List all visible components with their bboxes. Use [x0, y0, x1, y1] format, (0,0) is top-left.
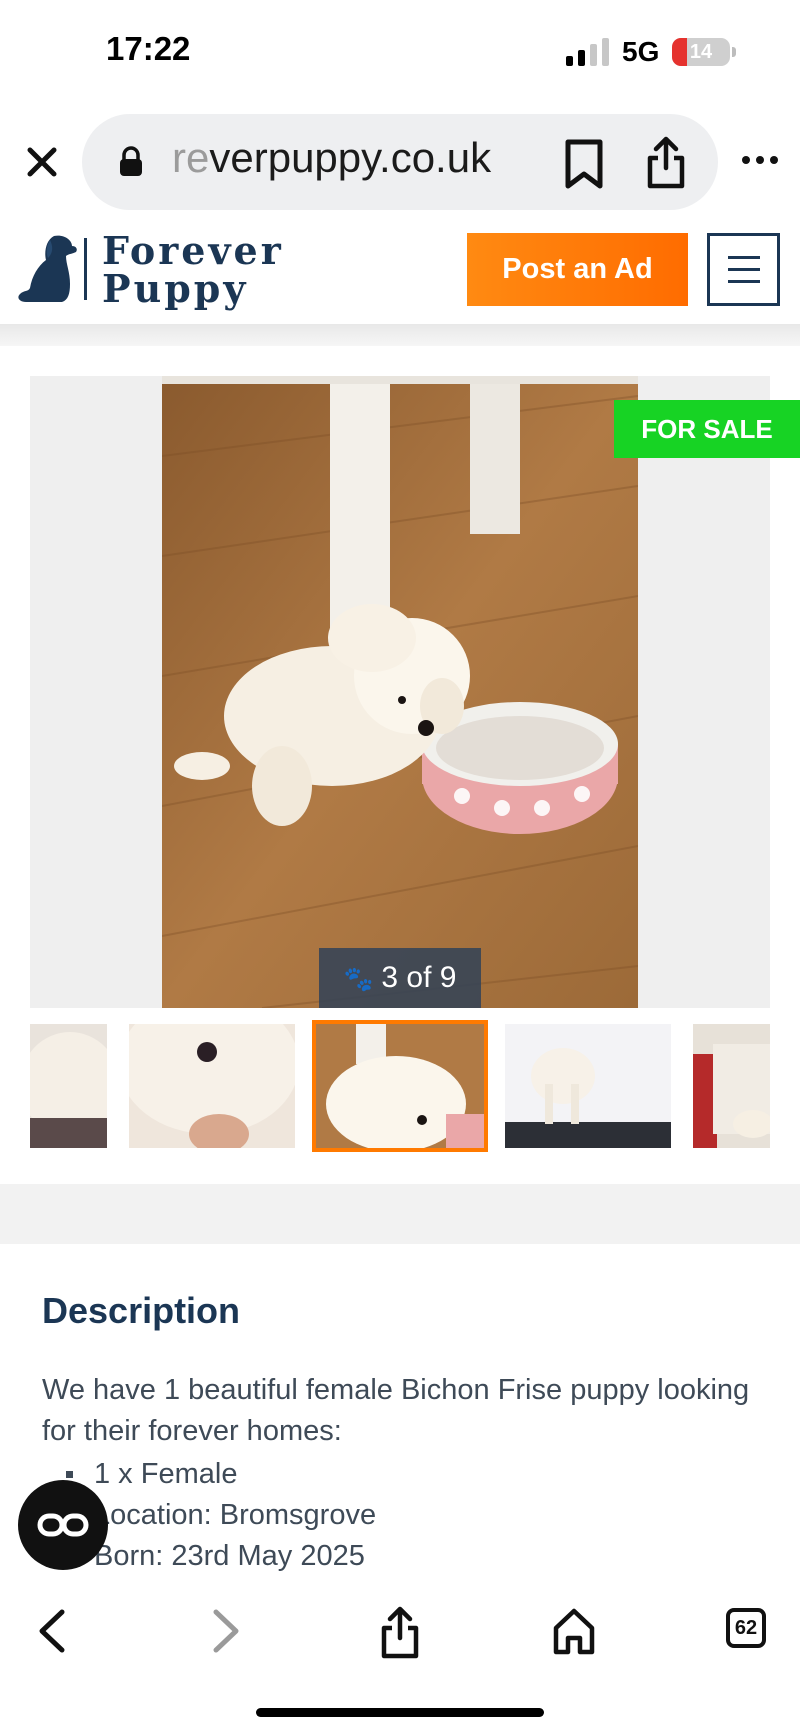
tabs-button[interactable]: 62 — [726, 1608, 766, 1648]
menu-line — [728, 268, 760, 271]
network-type: 5G — [622, 36, 660, 67]
thumbnail-3-active[interactable] — [312, 1020, 488, 1152]
home-icon[interactable] — [552, 1606, 596, 1656]
paw-icon: 🐾 — [343, 966, 374, 993]
url-faded-part: re — [172, 134, 210, 181]
thumbnail-2b[interactable] — [129, 1024, 295, 1148]
menu-line — [728, 280, 760, 283]
logo-line-1: Forever — [102, 228, 284, 273]
list-item: 1 x Female — [42, 1454, 742, 1495]
share-icon[interactable] — [378, 1606, 422, 1660]
thumbnail-image — [693, 1024, 770, 1148]
thumbnail-2[interactable] — [30, 1024, 107, 1148]
url-text[interactable]: reverpuppy.co.uk — [172, 134, 532, 182]
battery-level: 14 — [689, 41, 713, 63]
image-counter-text: 3 of 9 — [381, 961, 457, 994]
main-puppy-photo[interactable] — [162, 376, 638, 1008]
status-time: 17:22 — [106, 30, 191, 67]
header-divider — [0, 324, 800, 346]
reader-bubble-button[interactable] — [18, 1480, 108, 1570]
url-domain: verpuppy.co.uk — [209, 134, 492, 181]
close-icon[interactable] — [20, 140, 64, 184]
forward-icon[interactable] — [208, 1606, 244, 1656]
thumbnail-image — [129, 1024, 295, 1148]
signal-strength-icon — [566, 38, 609, 66]
share-icon[interactable] — [644, 136, 688, 190]
hamburger-menu-button[interactable] — [707, 233, 780, 306]
list-item: Location: Bromsgrove — [42, 1495, 742, 1536]
section-divider — [0, 1184, 800, 1244]
thumbnail-5[interactable] — [693, 1024, 770, 1148]
post-ad-button[interactable]: Post an Ad — [467, 233, 688, 306]
logo-wordmark[interactable]: Forever Puppy — [102, 232, 284, 308]
back-icon[interactable] — [34, 1606, 70, 1656]
thumbnail-image — [30, 1024, 107, 1148]
for-sale-badge: FOR SALE — [614, 400, 800, 458]
description-intro: We have 1 beautiful female Bichon Frise … — [42, 1374, 750, 1447]
battery-icon: 14 — [672, 38, 730, 66]
logo-divider — [84, 238, 87, 300]
menu-line — [728, 256, 760, 259]
thumbnail-4[interactable] — [505, 1024, 671, 1148]
puppy-photo-illustration — [162, 376, 638, 1008]
glasses-icon — [37, 1513, 89, 1537]
bookmark-icon[interactable] — [562, 138, 606, 190]
image-counter: 🐾 3 of 9 — [319, 948, 481, 1008]
battery-tip — [732, 47, 736, 57]
thumbnail-image — [505, 1024, 671, 1148]
logo-line-2: Puppy — [102, 266, 249, 311]
description-heading: Description — [42, 1290, 241, 1331]
description-list: 1 x Female Location: Bromsgrove Born: 23… — [42, 1454, 742, 1577]
more-options-icon[interactable] — [740, 148, 780, 172]
home-indicator — [256, 1708, 544, 1717]
list-item: Born: 23rd May 2025 — [42, 1536, 742, 1577]
logo-dog-icon[interactable] — [14, 232, 80, 304]
thumbnail-image — [316, 1024, 484, 1148]
lock-icon — [120, 146, 142, 176]
